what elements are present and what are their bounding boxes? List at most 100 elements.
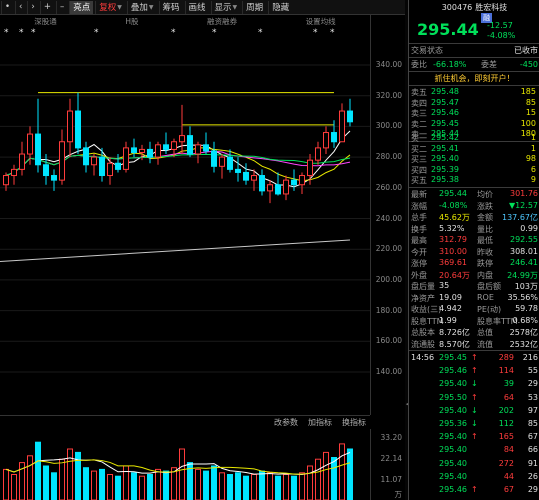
- candle-body[interactable]: [19, 153, 25, 170]
- volume-bar[interactable]: [83, 467, 89, 500]
- toolbar-adjust-button[interactable]: 复权 ▼: [95, 0, 125, 14]
- sell-order-row[interactable]: 卖五 295.48 185: [409, 87, 539, 98]
- candle-body[interactable]: [83, 147, 89, 166]
- volume-bar[interactable]: [339, 443, 345, 500]
- tick-row[interactable]: 295.40 ↑ 165 67: [409, 432, 539, 444]
- candle-body[interactable]: [67, 110, 73, 143]
- candle-body[interactable]: [227, 156, 233, 170]
- legend-margin[interactable]: 融资融券: [207, 16, 237, 27]
- candle-body[interactable]: [163, 144, 169, 150]
- candlestick-chart[interactable]: [0, 40, 370, 415]
- event-star-icon[interactable]: *: [4, 28, 9, 38]
- volume-chart[interactable]: [0, 429, 370, 500]
- sell-order-row[interactable]: 卖三 295.46 15: [409, 108, 539, 119]
- volume-bar[interactable]: [331, 457, 337, 500]
- volume-bar[interactable]: [147, 474, 153, 500]
- candle-body[interactable]: [323, 132, 329, 149]
- tick-row[interactable]: 295.36 ↓ 112 85: [409, 419, 539, 431]
- candle-body[interactable]: [147, 148, 153, 158]
- candle-body[interactable]: [235, 168, 241, 173]
- volume-bar[interactable]: [99, 468, 105, 500]
- candle-body[interactable]: [35, 133, 41, 166]
- candle-body[interactable]: [203, 144, 209, 152]
- volume-bar[interactable]: [307, 465, 313, 500]
- volume-bar[interactable]: [315, 458, 321, 500]
- legend-hk-connect[interactable]: 深股通: [34, 16, 57, 27]
- candle-body[interactable]: [11, 168, 17, 177]
- volume-bar[interactable]: [131, 472, 137, 500]
- volume-bar[interactable]: [27, 455, 33, 500]
- volume-bar[interactable]: [195, 468, 201, 500]
- volume-bar[interactable]: [107, 474, 113, 500]
- candle-body[interactable]: [187, 135, 193, 155]
- candle-body[interactable]: [171, 141, 177, 150]
- tick-row[interactable]: 295.40 44 26: [409, 472, 539, 484]
- candle-body[interactable]: [51, 175, 57, 181]
- volume-bar[interactable]: [275, 475, 281, 500]
- volume-bar[interactable]: [171, 467, 177, 500]
- tick-row[interactable]: 295.40 ↓ 202 97: [409, 406, 539, 418]
- tick-row[interactable]: 14:56 295.45 ↑ 289 216: [409, 353, 539, 365]
- volume-bar[interactable]: [259, 470, 265, 500]
- candle-body[interactable]: [315, 147, 321, 161]
- tick-row[interactable]: 295.46 ↑ 67 29: [409, 485, 539, 497]
- volume-bar[interactable]: [11, 474, 17, 500]
- event-star-icon[interactable]: *: [31, 28, 36, 38]
- candle-body[interactable]: [291, 179, 297, 186]
- volume-bar[interactable]: [179, 448, 185, 500]
- promo-link[interactable]: 抓住机会，即刻开户！: [409, 73, 539, 84]
- event-star-icon[interactable]: *: [171, 28, 176, 38]
- toolbar-dot[interactable]: •: [1, 0, 13, 14]
- legend-ma-settings[interactable]: 设置均线: [306, 16, 336, 27]
- candle-body[interactable]: [211, 150, 217, 167]
- buy-order-row[interactable]: 买二 295.41 1: [409, 144, 539, 155]
- toolbar-draw-button[interactable]: 画线: [184, 0, 209, 14]
- event-star-icon[interactable]: *: [212, 28, 217, 38]
- candle-body[interactable]: [123, 147, 129, 170]
- candle-body[interactable]: [347, 110, 353, 123]
- zoom-in-button[interactable]: +: [39, 0, 54, 14]
- candle-body[interactable]: [307, 159, 313, 177]
- toolbar-overlay-button[interactable]: 叠加 ▼: [126, 0, 157, 14]
- candle-body[interactable]: [243, 171, 249, 181]
- volume-bar[interactable]: [299, 472, 305, 500]
- volume-bar[interactable]: [347, 448, 353, 500]
- candle-body[interactable]: [259, 175, 265, 192]
- volume-bar[interactable]: [67, 448, 73, 500]
- candle-body[interactable]: [43, 164, 49, 177]
- candle-body[interactable]: [139, 148, 145, 153]
- volume-bar[interactable]: [91, 470, 97, 500]
- candle-body[interactable]: [107, 162, 113, 177]
- event-star-icon[interactable]: *: [258, 28, 263, 38]
- volume-bar[interactable]: [115, 475, 121, 500]
- volume-bar[interactable]: [51, 472, 57, 500]
- toolbar-chips-button[interactable]: 筹码: [158, 0, 183, 14]
- volume-bar[interactable]: [3, 468, 9, 500]
- candle-body[interactable]: [179, 135, 185, 143]
- event-star-icon[interactable]: *: [330, 28, 335, 38]
- toolbar-hide-button[interactable]: 隐藏: [268, 0, 292, 14]
- tick-row[interactable]: 295.40 ↓ 39 29: [409, 379, 539, 391]
- volume-bar[interactable]: [251, 474, 257, 500]
- tick-row[interactable]: 295.40 84 66: [409, 445, 539, 457]
- buy-order-row[interactable]: 买三 295.40 98: [409, 154, 539, 165]
- candle-body[interactable]: [267, 184, 273, 192]
- sell-order-row[interactable]: 卖二 295.45 100: [409, 119, 539, 130]
- candle-body[interactable]: [91, 156, 97, 166]
- candle-body[interactable]: [3, 175, 9, 186]
- buy-order-row[interactable]: 买五 295.38 9: [409, 175, 539, 186]
- nav-back-button[interactable]: ‹: [15, 0, 25, 14]
- candle-body[interactable]: [27, 133, 33, 155]
- change-params-button[interactable]: 改参数: [274, 417, 298, 428]
- candle-body[interactable]: [195, 144, 201, 155]
- candle-body[interactable]: [299, 175, 305, 186]
- nav-forward-button[interactable]: ›: [27, 0, 37, 14]
- legend-h-share[interactable]: H股: [125, 16, 138, 27]
- volume-bar[interactable]: [243, 475, 249, 500]
- tick-row[interactable]: 295.40 272 91: [409, 459, 539, 471]
- candle-body[interactable]: [115, 162, 121, 170]
- candle-body[interactable]: [219, 156, 225, 167]
- volume-bar[interactable]: [227, 474, 233, 500]
- candle-body[interactable]: [155, 144, 161, 158]
- volume-bar[interactable]: [291, 475, 297, 500]
